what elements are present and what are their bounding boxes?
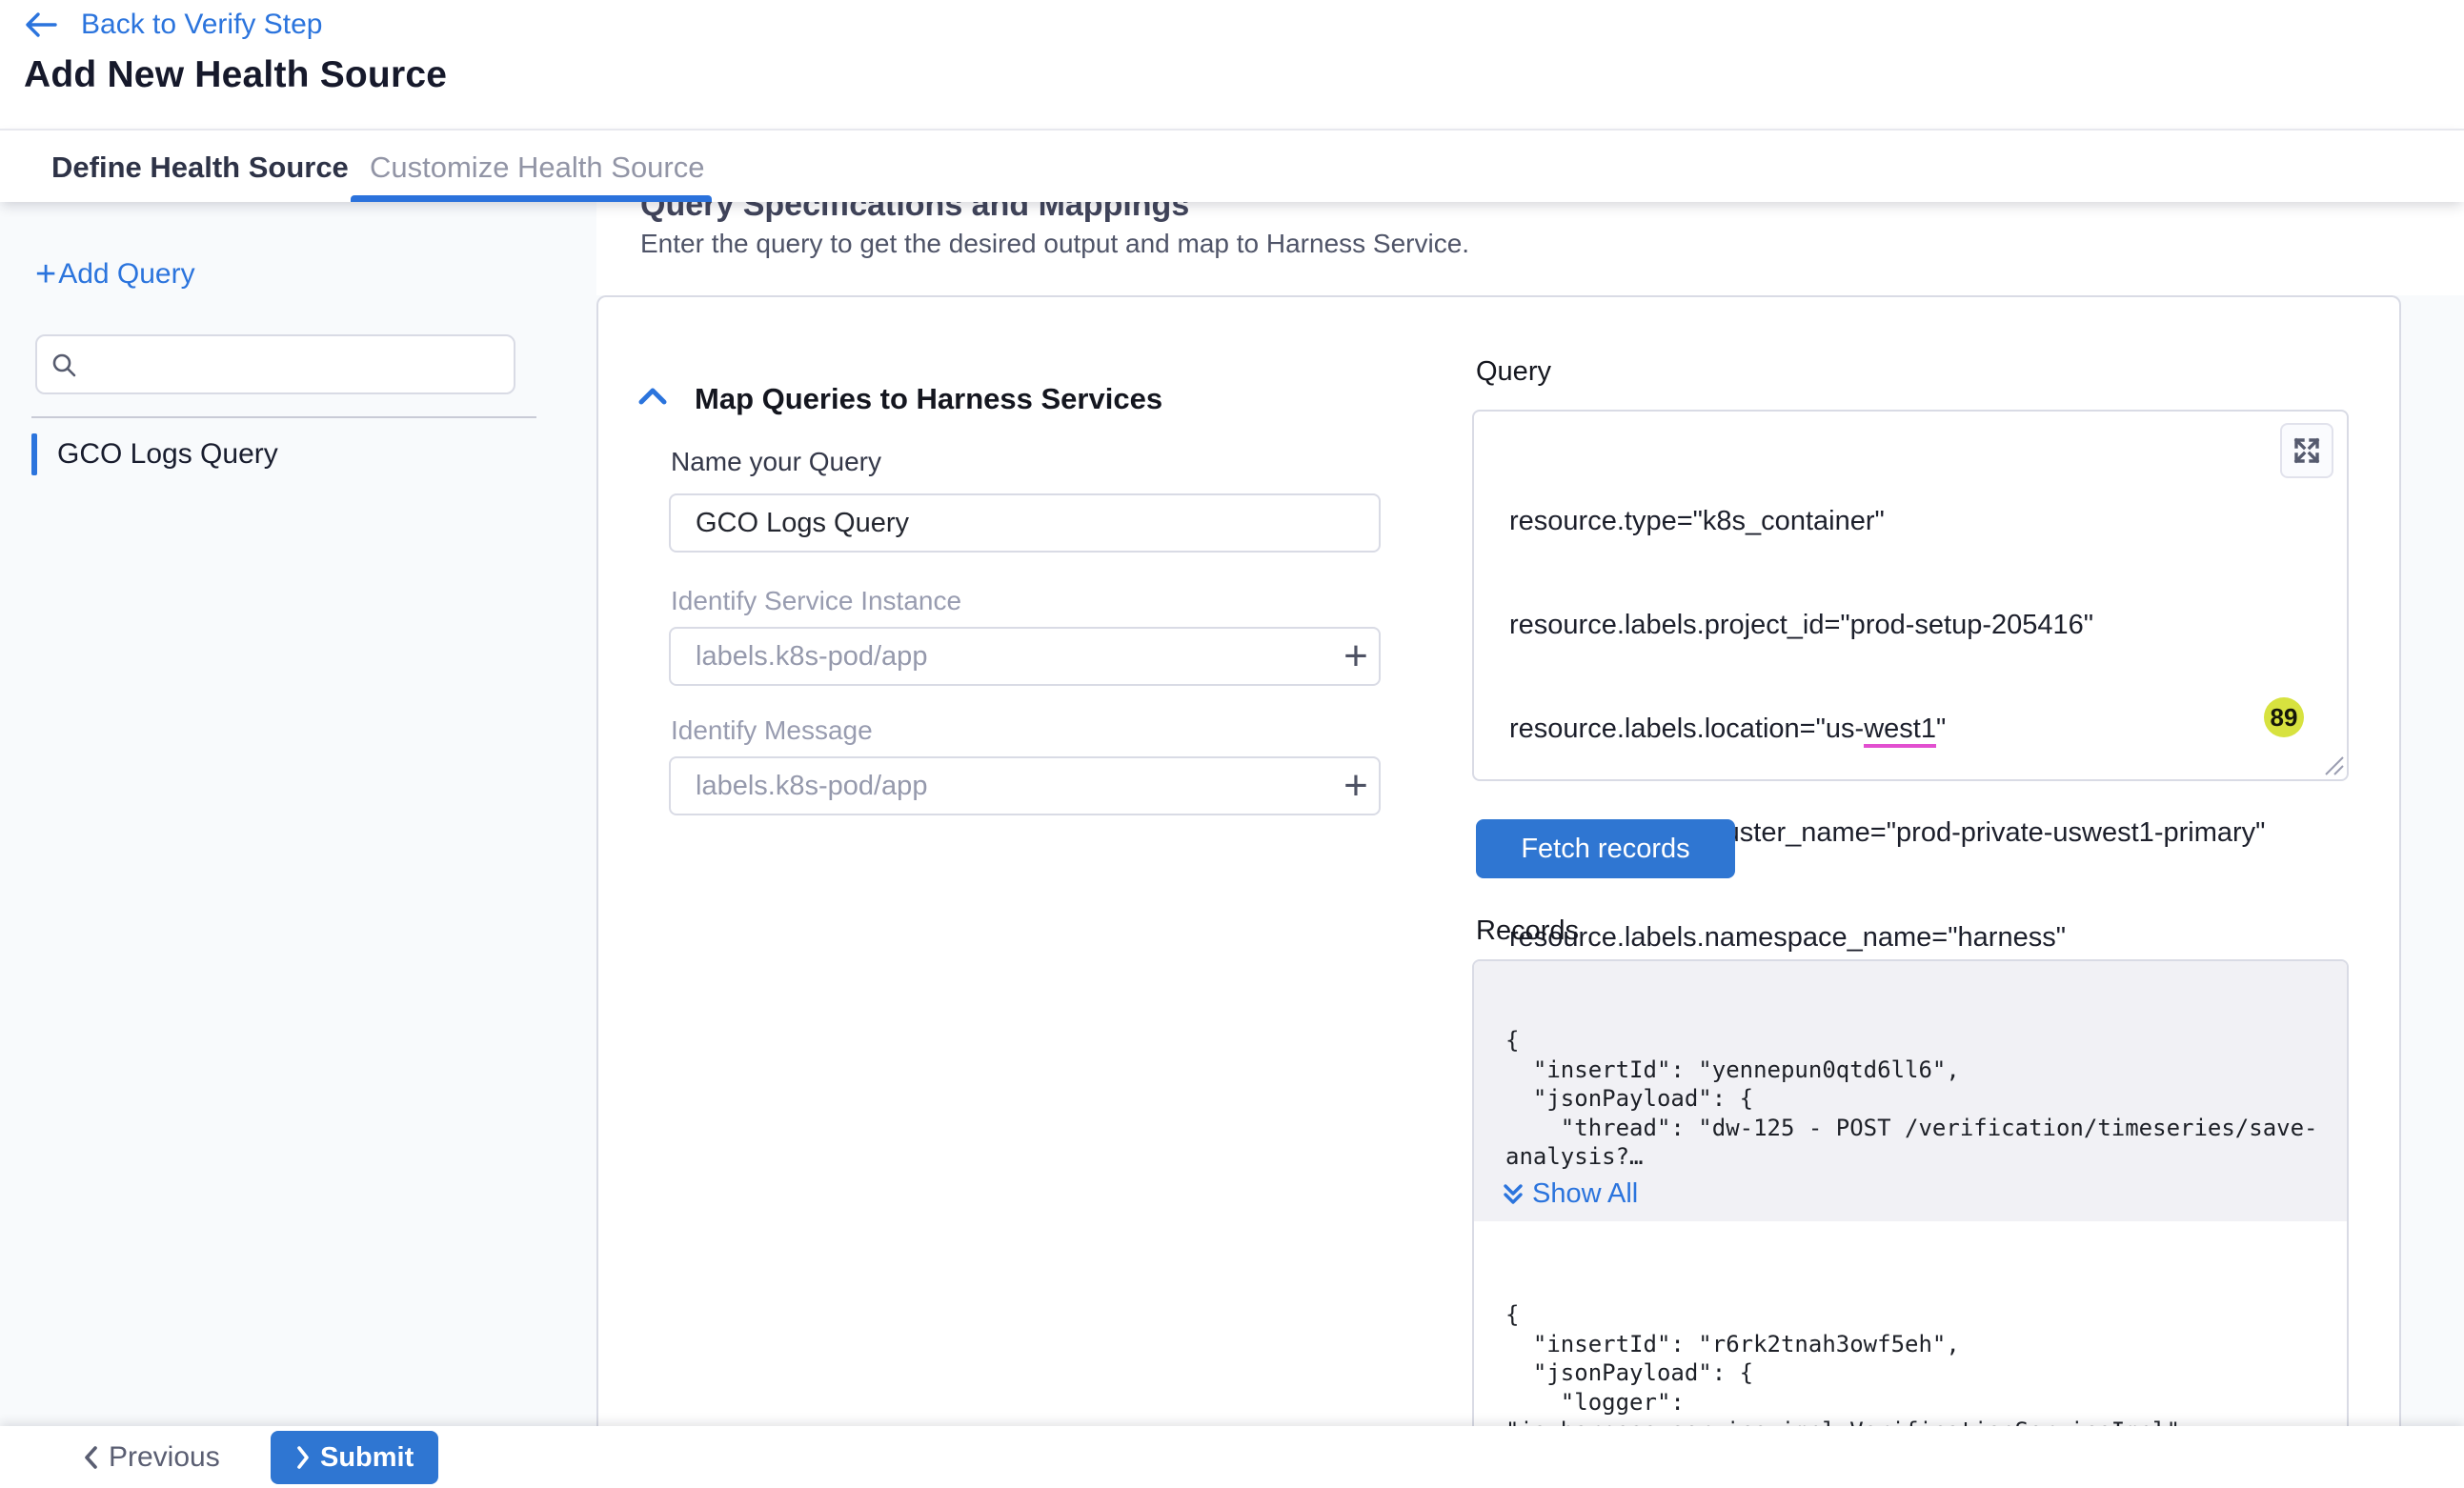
query-item-label: GCO Logs Query — [57, 438, 278, 471]
search-icon — [50, 352, 77, 378]
chevron-left-icon — [82, 1444, 99, 1471]
add-query-button[interactable]: + Add Query — [35, 254, 195, 294]
chevron-right-icon — [295, 1445, 311, 1470]
previous-label: Previous — [109, 1441, 220, 1474]
back-to-verify-link[interactable]: Back to Verify Step — [24, 6, 322, 44]
page-header: Back to Verify Step Add New Health Sourc… — [0, 0, 2464, 129]
identify-message-label: Identify Message — [671, 715, 873, 746]
query-search-box — [35, 334, 515, 394]
selected-query-indicator — [31, 433, 37, 475]
footer-bar: Previous Submit — [0, 1426, 2464, 1488]
section-subtitle: Enter the query to get the desired outpu… — [640, 229, 1469, 259]
message-input[interactable] — [669, 756, 1381, 815]
section-heading-band: Query Specifications and Mappings Enter … — [596, 202, 2464, 295]
tab-customize-health-source[interactable]: Customize Health Source — [370, 131, 705, 204]
add-query-label: Add Query — [58, 258, 194, 291]
record-item: { "insertId": "r6rk2tnah3owf5eh", "jsonP… — [1474, 1280, 2347, 1426]
double-chevron-down-icon — [1502, 1181, 1525, 1208]
resize-handle[interactable] — [2320, 752, 2345, 776]
back-link-label: Back to Verify Step — [81, 9, 322, 41]
record-json: { "insertId": "r6rk2tnah3owf5eh", "jsonP… — [1505, 1300, 2180, 1426]
service-instance-plus-button[interactable]: + — [1332, 627, 1380, 686]
query-line: resource.labels.namespace_name="harness" — [1509, 920, 2265, 955]
plus-icon: + — [1343, 762, 1368, 810]
records-label: Records — [1476, 915, 1579, 947]
show-all-link[interactable]: Show All — [1502, 1178, 1638, 1210]
query-name-input[interactable] — [669, 493, 1381, 553]
search-input[interactable] — [89, 350, 489, 380]
query-line: resource.type="k8s_container" — [1509, 504, 2265, 538]
query-line: resource.labels.project_id="prod-setup-2… — [1509, 608, 2265, 642]
submit-button[interactable]: Submit — [271, 1431, 438, 1484]
section-heading: Query Specifications and Mappings — [640, 202, 1189, 224]
page-title: Add New Health Source — [24, 54, 447, 96]
query-label: Query — [1476, 356, 1551, 388]
plus-icon: + — [35, 256, 56, 292]
fetch-records-button[interactable]: Fetch records — [1476, 819, 1735, 878]
arrow-left-icon — [24, 10, 58, 39]
sidebar-item-gco-logs-query[interactable]: GCO Logs Query — [0, 431, 534, 478]
query-textarea[interactable]: resource.type="k8s_container" resource.l… — [1472, 410, 2349, 781]
show-all-label: Show All — [1532, 1178, 1638, 1210]
map-queries-section-title: Map Queries to Harness Services — [695, 382, 1162, 416]
record-item: { "insertId": "yennepun0qtd6ll6", "jsonP… — [1474, 961, 2347, 1221]
query-specifications-card: Map Queries to Harness Services Name you… — [596, 295, 2401, 1426]
expand-icon — [2292, 435, 2322, 466]
query-sidebar: + Add Query GCO Logs Query — [0, 202, 596, 1426]
record-json: { "insertId": "yennepun0qtd6ll6", "jsonP… — [1505, 1026, 2318, 1172]
content-area: Query Specifications and Mappings Enter … — [0, 202, 2464, 1426]
submit-label: Submit — [320, 1442, 414, 1474]
plus-icon: + — [1343, 633, 1368, 680]
character-count-badge: 89 — [2264, 697, 2304, 737]
message-plus-button[interactable]: + — [1332, 756, 1380, 815]
spellcheck-underline: west1 — [1864, 714, 1936, 748]
service-instance-input[interactable] — [669, 627, 1381, 686]
tab-bar: Define Health Source Customize Health So… — [0, 129, 2464, 202]
tab-define-health-source[interactable]: Define Health Source — [51, 131, 349, 204]
active-tab-underline — [351, 195, 712, 202]
chevron-up-icon[interactable] — [636, 383, 669, 412]
records-panel: { "insertId": "yennepun0qtd6ll6", "jsonP… — [1472, 959, 2349, 1426]
sidebar-divider — [31, 416, 536, 418]
previous-button[interactable]: Previous — [82, 1426, 220, 1488]
expand-query-button[interactable] — [2280, 423, 2333, 478]
identify-service-instance-label: Identify Service Instance — [671, 586, 961, 616]
query-line: resource.labels.location="us-west1" — [1509, 712, 2265, 746]
name-query-label: Name your Query — [671, 447, 881, 477]
